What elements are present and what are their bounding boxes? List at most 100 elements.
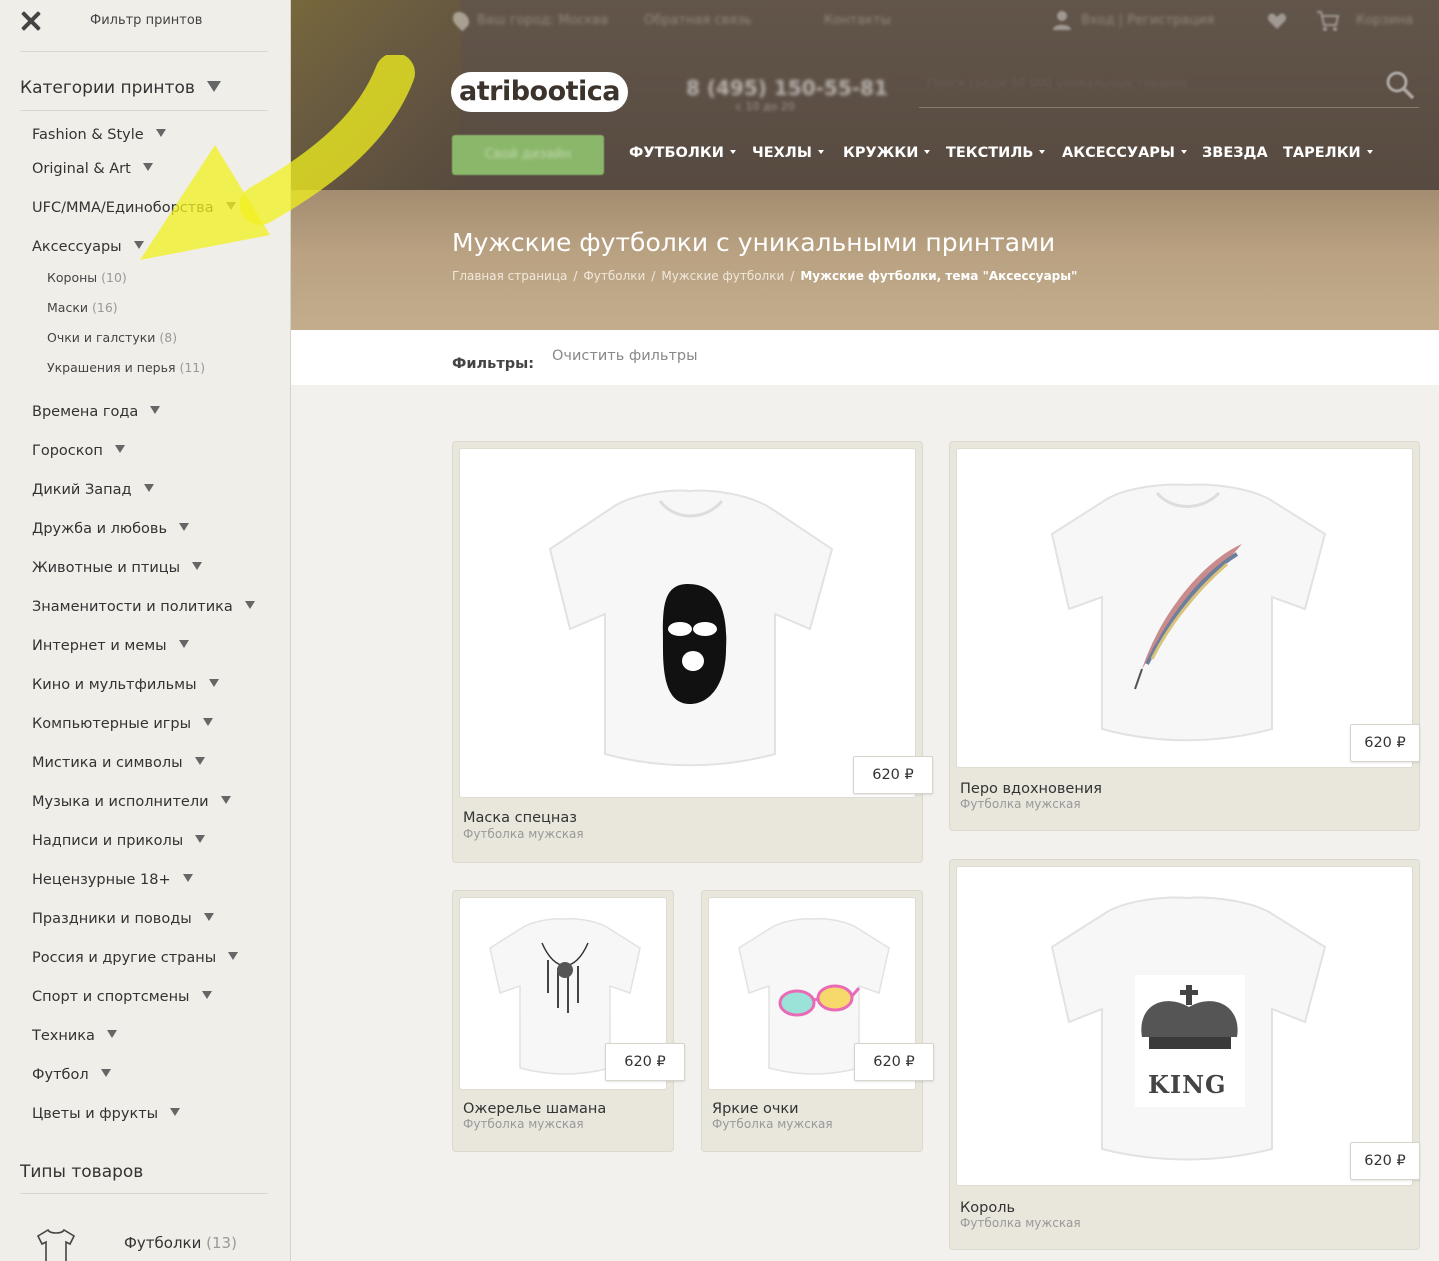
divider <box>20 1193 268 1194</box>
nav-label: ФУТБОЛКИ <box>629 145 724 161</box>
search-icon[interactable] <box>1385 70 1415 100</box>
section-print-categories[interactable]: Категории принтов <box>20 78 221 98</box>
sidebar-header: Фильтр принтов <box>0 0 290 44</box>
subcategory-count: (16) <box>91 300 118 315</box>
category-horoscope[interactable]: Гороскоп <box>32 443 125 459</box>
product-card[interactable]: 620 ₽ Маска спецназ Футболка мужская <box>452 441 933 863</box>
category-label: Праздники и поводы <box>32 911 192 927</box>
category-mystic-symbols[interactable]: Мистика и символы <box>32 755 205 771</box>
site-logo[interactable]: atribootica <box>451 72 629 112</box>
heart-icon[interactable] <box>1266 10 1288 32</box>
product-image[interactable] <box>956 866 1413 1186</box>
triangle-down-icon <box>179 523 190 531</box>
cart-icon[interactable] <box>1316 10 1340 32</box>
nav-plates[interactable]: ТАРЕЛКИ <box>1283 145 1373 161</box>
triangle-down-icon <box>208 679 219 687</box>
subcategory-crowns[interactable]: Короны (10) <box>47 270 127 285</box>
subcategory-glasses-ties[interactable]: Очки и галстуки (8) <box>47 330 177 345</box>
nav-mugs[interactable]: КРУЖКИ <box>843 145 931 161</box>
nav-tshirts[interactable]: ФУТБОЛКИ <box>629 145 736 161</box>
product-name[interactable]: Маска спецназ <box>463 810 577 826</box>
nav-label: КРУЖКИ <box>843 145 919 161</box>
login-register-link[interactable]: Вход | Регистрация <box>1081 13 1214 28</box>
category-wild-west[interactable]: Дикий Запад <box>32 482 154 498</box>
category-animals-birds[interactable]: Животные и птицы <box>32 560 203 576</box>
category-music-artists[interactable]: Музыка и исполнители <box>32 794 231 810</box>
clear-filters-link[interactable]: Очистить фильтры <box>552 348 698 364</box>
product-type-label: Футболки <box>124 1234 202 1252</box>
product-card[interactable]: 620 ₽ Перо вдохновения Футболка мужская <box>949 441 1420 831</box>
category-russia-countries[interactable]: Россия и другие страны <box>32 950 239 966</box>
category-holidays[interactable]: Праздники и поводы <box>32 911 214 927</box>
category-tech[interactable]: Техника <box>32 1028 117 1044</box>
category-original-art[interactable]: Original & Art <box>32 161 153 177</box>
close-icon[interactable] <box>18 8 44 34</box>
subcategory-label: Украшения и перья <box>47 360 176 375</box>
section-product-types: Типы товаров <box>20 1162 143 1182</box>
city-selector[interactable]: Ваш город: Москва <box>477 13 608 28</box>
category-movies-cartoons[interactable]: Кино и мультфильмы <box>32 677 219 693</box>
divider <box>20 110 268 111</box>
category-computer-games[interactable]: Компьютерные игры <box>32 716 214 732</box>
category-flowers-fruits[interactable]: Цветы и фрукты <box>32 1106 181 1122</box>
triangle-down-icon <box>106 1030 117 1038</box>
print-text-king: KING <box>1148 1070 1227 1099</box>
triangle-down-icon <box>142 163 153 171</box>
product-name[interactable]: Перо вдохновения <box>960 781 1102 797</box>
section-title: Типы товаров <box>20 1162 144 1182</box>
category-label: Дикий Запад <box>32 482 132 498</box>
user-icon[interactable] <box>1051 9 1073 31</box>
triangle-down-icon <box>170 1108 181 1116</box>
category-fashion-style[interactable]: Fashion & Style <box>32 127 166 143</box>
subcategory-count: (10) <box>101 270 127 285</box>
subcategory-masks[interactable]: Маски (16) <box>47 300 118 315</box>
phone-number: 8 (495) 150-55-81 <box>686 76 888 100</box>
category-label: Дружба и любовь <box>32 521 168 537</box>
product-image[interactable] <box>459 448 916 798</box>
triangle-down-icon <box>100 1069 111 1077</box>
nav-accessories[interactable]: АКСЕССУАРЫ <box>1062 145 1187 161</box>
product-card[interactable]: KING 620 ₽ Король Футболка мужская <box>949 859 1420 1250</box>
tshirt-image <box>1050 896 1327 1161</box>
category-friendship-love[interactable]: Дружба и любовь <box>32 521 190 537</box>
contacts-link[interactable]: Контакты <box>824 13 891 28</box>
nav-cases[interactable]: ЧЕХЛЫ <box>752 145 824 161</box>
product-card[interactable]: 620 ₽ Яркие очки Футболка мужская <box>701 890 934 1152</box>
category-ufc-mma[interactable]: UFC/MMA/Единоборства <box>32 200 236 216</box>
category-label: Гороскоп <box>32 443 103 459</box>
category-internet-memes[interactable]: Интернет и мемы <box>32 638 189 654</box>
subcategory-jewelry-feathers[interactable]: Украшения и перья (11) <box>47 360 205 375</box>
nav-star[interactable]: ЗВЕЗДА <box>1202 145 1268 161</box>
cart-link[interactable]: Корзина <box>1356 13 1413 28</box>
tshirt-icon <box>36 1228 76 1261</box>
category-label: Original & Art <box>32 161 131 177</box>
category-sport[interactable]: Спорт и спортсмены <box>32 989 212 1005</box>
category-seasons[interactable]: Времена года <box>32 404 161 420</box>
product-name[interactable]: Ожерелье шамана <box>463 1101 606 1117</box>
triangle-down-icon <box>155 129 166 137</box>
breadcrumb-mens-tshirts[interactable]: Мужские футболки <box>661 269 784 283</box>
custom-design-button[interactable]: Свой дизайн <box>452 135 604 175</box>
triangle-down-icon <box>203 913 214 921</box>
feedback-link[interactable]: Обратная связь <box>644 13 752 28</box>
breadcrumb-tshirts[interactable]: Футболки <box>583 269 645 283</box>
nav-textile[interactable]: ТЕКСТИЛЬ <box>946 145 1046 161</box>
category-accessories[interactable]: Аксессуары <box>32 239 144 255</box>
product-card[interactable]: 620 ₽ Ожерелье шамана Футболка мужская <box>452 890 685 1152</box>
category-label: Компьютерные игры <box>32 716 192 732</box>
category-label: Животные и птицы <box>32 560 181 576</box>
category-uncensored[interactable]: Нецензурные 18+ <box>32 872 193 888</box>
product-name[interactable]: Король <box>960 1200 1015 1216</box>
search-box[interactable] <box>919 62 1419 108</box>
triangle-down-icon <box>220 796 231 804</box>
category-football[interactable]: Футбол <box>32 1067 111 1083</box>
product-type-tshirts[interactable]: Футболки (13) <box>124 1234 237 1252</box>
category-captions-jokes[interactable]: Надписи и приколы <box>32 833 206 849</box>
category-celebrities-politics[interactable]: Знаменитости и политика <box>32 599 255 615</box>
search-input[interactable] <box>927 76 1357 90</box>
category-label: Fashion & Style <box>32 127 144 143</box>
triangle-down-icon <box>150 406 161 414</box>
product-image[interactable] <box>956 448 1413 768</box>
breadcrumb-home[interactable]: Главная страница <box>452 269 567 283</box>
product-name[interactable]: Яркие очки <box>712 1101 799 1117</box>
